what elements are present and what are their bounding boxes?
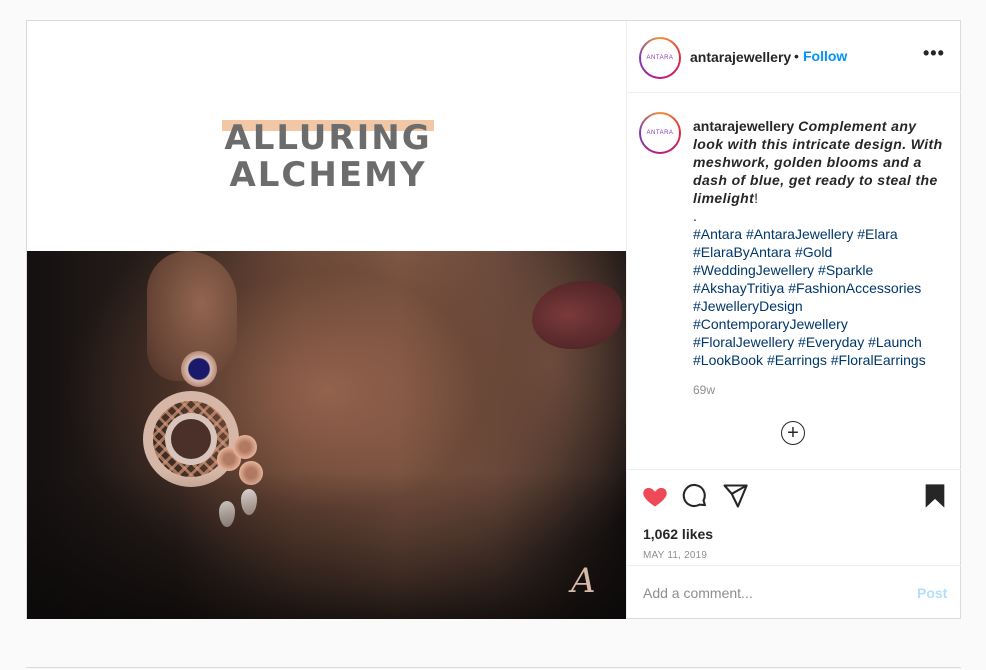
- hashtag-link[interactable]: #JewelleryDesign: [693, 298, 803, 314]
- likes-count[interactable]: 1,062 likes: [643, 526, 713, 542]
- hashtag-link[interactable]: #Earrings: [767, 352, 827, 368]
- load-more-comments-icon[interactable]: +: [781, 421, 805, 445]
- hashtag-link[interactable]: #ElaraByAntara: [693, 244, 791, 260]
- hashtag-link[interactable]: #Everyday: [798, 334, 864, 350]
- comment-icon[interactable]: [681, 482, 709, 510]
- post-date[interactable]: MAY 11, 2019: [643, 550, 707, 561]
- hashtag-link[interactable]: #Sparkle: [818, 262, 873, 278]
- caption-exclamation: !: [754, 190, 759, 206]
- more-options-icon[interactable]: •••: [923, 43, 945, 64]
- heart-icon[interactable]: [641, 482, 669, 510]
- hashtag-link[interactable]: #FloralEarrings: [831, 352, 926, 368]
- comment-box: Post: [627, 565, 961, 619]
- share-icon[interactable]: [721, 482, 749, 510]
- comment-input[interactable]: [643, 582, 903, 604]
- post-card: ALLURING ALCHEMY A ANTARA antarajeweller…: [26, 20, 961, 619]
- hashtag-link[interactable]: #Antara: [693, 226, 742, 242]
- avatar-logo: ANTARA: [641, 114, 679, 152]
- brand-monogram: A: [571, 561, 596, 601]
- headline-line-2: ALCHEMY: [229, 155, 427, 195]
- post-header: ANTARA antarajewellery • Follow •••: [627, 21, 961, 93]
- bookmark-icon[interactable]: [921, 482, 949, 510]
- post-sidebar: ANTARA antarajewellery • Follow ••• ANTA…: [626, 21, 961, 619]
- post-comment-button[interactable]: Post: [917, 585, 947, 601]
- earring-photo: A: [27, 251, 626, 619]
- caption-dot: .: [693, 208, 697, 224]
- caption-username[interactable]: antarajewellery: [693, 118, 794, 134]
- media-banner: ALLURING ALCHEMY: [27, 21, 626, 251]
- photo-shade: [27, 251, 626, 619]
- hashtag-link[interactable]: #FloralJewellery: [693, 334, 794, 350]
- hashtag-link[interactable]: #Elara: [857, 226, 897, 242]
- hashtag-link[interactable]: #AntaraJewellery: [746, 226, 853, 242]
- headline-line-1: ALLURING: [224, 118, 432, 158]
- page-divider: [26, 667, 961, 668]
- hashtag-link[interactable]: #AkshayTritiya: [693, 280, 784, 296]
- post-age[interactable]: 69w: [693, 383, 715, 397]
- header-separator: •: [794, 48, 799, 64]
- hashtag-link[interactable]: #WeddingJewellery: [693, 262, 814, 278]
- hashtag-link[interactable]: #Gold: [795, 244, 832, 260]
- hashtag-link[interactable]: #Launch: [868, 334, 922, 350]
- hashtag-link[interactable]: #LookBook: [693, 352, 763, 368]
- post-caption: antarajewellery Complement any look with…: [693, 117, 943, 369]
- post-media[interactable]: ALLURING ALCHEMY A: [27, 21, 626, 619]
- hashtag-link[interactable]: #FashionAccessories: [788, 280, 921, 296]
- caption-avatar[interactable]: ANTARA: [639, 112, 681, 154]
- follow-button[interactable]: Follow: [803, 48, 847, 64]
- avatar[interactable]: ANTARA: [639, 37, 681, 79]
- hashtag-link[interactable]: #ContemporaryJewellery: [693, 316, 848, 332]
- header-username[interactable]: antarajewellery: [690, 49, 791, 65]
- action-bar: 1,062 likes MAY 11, 2019: [627, 469, 961, 565]
- avatar-logo: ANTARA: [641, 39, 679, 77]
